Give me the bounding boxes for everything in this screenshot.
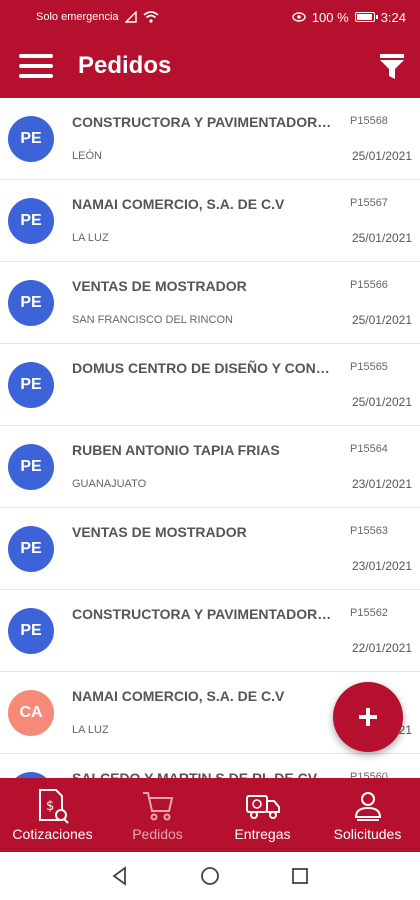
status-bar: Solo emergencia 100 % 3:24 [0,0,420,34]
plus-icon [359,708,377,726]
user-request-icon [354,792,381,821]
order-date: 25/01/2021 [351,313,412,327]
page-title: Pedidos [78,52,172,79]
customer-city: LA LUZ [72,232,109,244]
customer-name: SALCEDO Y MARTIN S DE RL DE CV [72,770,318,778]
nav-solicitudes-label: Solicitudes [333,826,402,842]
wifi-icon [143,11,159,23]
avatar-initials: PE [20,294,42,311]
carrier-label: Solo emergencia [36,11,119,23]
avatar-initials: CA [19,704,43,721]
customer-city: GUANAJUATO [72,478,147,490]
order-code: P15567 [350,197,388,209]
customer-city: LA LUZ [72,724,109,736]
avatar: CA [8,690,54,736]
customer-name: VENTAS DE MOSTRADOR [72,524,247,540]
bottom-nav: $ Cotizaciones Pedidos Entregas Solicitu… [0,778,420,852]
avatar: PE [8,444,54,490]
orders-list[interactable]: PE CONSTRUCTORA Y PAVIMENTADORA V... LEÓ… [0,98,420,778]
home-icon[interactable] [199,865,221,887]
add-order-button[interactable] [333,682,403,752]
hamburger-menu-icon[interactable] [0,34,72,98]
customer-name: RUBEN ANTONIO TAPIA FRIAS [72,442,280,458]
order-code: P15564 [350,443,388,455]
order-date: 25/01/2021 [351,395,412,409]
customer-name: VENTAS DE MOSTRADOR [72,278,247,294]
avatar-initials: PE [20,376,42,393]
nav-cotizaciones-label: Cotizaciones [12,826,93,842]
avatar-initials: PE [20,458,42,475]
avatar: PE [8,608,54,654]
customer-name: CONSTRUCTORA Y PAVIMENTADORA V... [72,606,334,622]
customer-name: NAMAI COMERCIO, S.A. DE C.V [72,688,285,704]
order-row[interactable]: PE RUBEN ANTONIO TAPIA FRIAS GUANAJUATO … [0,426,420,508]
order-code: P15565 [350,361,388,373]
order-row[interactable]: PE VENTAS DE MOSTRADOR SAN FRANCISCO DEL… [0,262,420,344]
order-row[interactable]: PE NAMAI COMERCIO, S.A. DE C.V LA LUZ P1… [0,180,420,262]
recents-icon[interactable] [289,865,311,887]
order-date: 25/01/2021 [351,149,412,163]
order-row[interactable]: PE CONSTRUCTORA Y PAVIMENTADORA V... LEÓ… [0,98,420,180]
avatar-initials: PE [20,130,42,147]
order-date: 23/01/2021 [351,477,412,491]
avatar: PE [8,198,54,244]
customer-name: DOMUS CENTRO DE DISEÑO Y CONSTR... [72,360,334,376]
customer-name: CONSTRUCTORA Y PAVIMENTADORA V... [72,114,334,130]
avatar-initials: PE [20,540,42,557]
order-row[interactable]: PE CONSTRUCTORA Y PAVIMENTADORA V... P15… [0,590,420,672]
customer-city: LEÓN [72,150,102,162]
order-date: 25/01/2021 [351,231,412,245]
no-signal-icon [124,11,137,23]
order-date: 22/01/2021 [351,641,412,655]
order-row[interactable]: PE DOMUS CENTRO DE DISEÑO Y CONSTR... P1… [0,344,420,426]
customer-name: NAMAI COMERCIO, S.A. DE C.V [72,196,285,212]
nav-entregas-label: Entregas [234,826,291,842]
order-row[interactable]: PE SALCEDO Y MARTIN S DE RL DE CV P15560 [0,754,420,778]
nav-cotizaciones[interactable]: $ Cotizaciones [0,778,105,852]
nav-pedidos-label: Pedidos [132,826,183,842]
order-code: P15566 [350,279,388,291]
avatar: PE [8,116,54,162]
order-code: P15563 [350,525,388,537]
system-nav-bar [0,852,420,900]
order-date: 23/01/2021 [351,559,412,573]
order-row[interactable]: PE VENTAS DE MOSTRADOR P15563 23/01/2021 [0,508,420,590]
customer-city: SAN FRANCISCO DEL RINCON [72,314,233,326]
delivery-truck-icon [245,795,280,819]
avatar-initials: PE [20,622,42,639]
avatar-initials: PE [20,212,42,229]
avatar: PE [8,280,54,326]
nav-entregas[interactable]: Entregas [210,778,315,852]
quote-document-icon: $ [38,789,69,824]
order-code: P15562 [350,607,388,619]
eye-icon [292,12,306,22]
filter-funnel-icon[interactable] [364,34,420,98]
avatar: PE [8,526,54,572]
shopping-cart-icon [142,792,173,821]
order-code: P15560 [350,771,388,778]
nav-pedidos[interactable]: Pedidos [105,778,210,852]
clock: 3:24 [380,9,406,25]
app-bar: Pedidos [0,34,420,98]
battery-percent: 100 % [311,9,349,25]
svg-text:$: $ [46,799,54,814]
order-code: P15568 [350,115,388,127]
avatar: PE [8,362,54,408]
battery-icon [354,12,378,22]
back-icon[interactable] [109,865,131,887]
nav-solicitudes[interactable]: Solicitudes [315,778,420,852]
